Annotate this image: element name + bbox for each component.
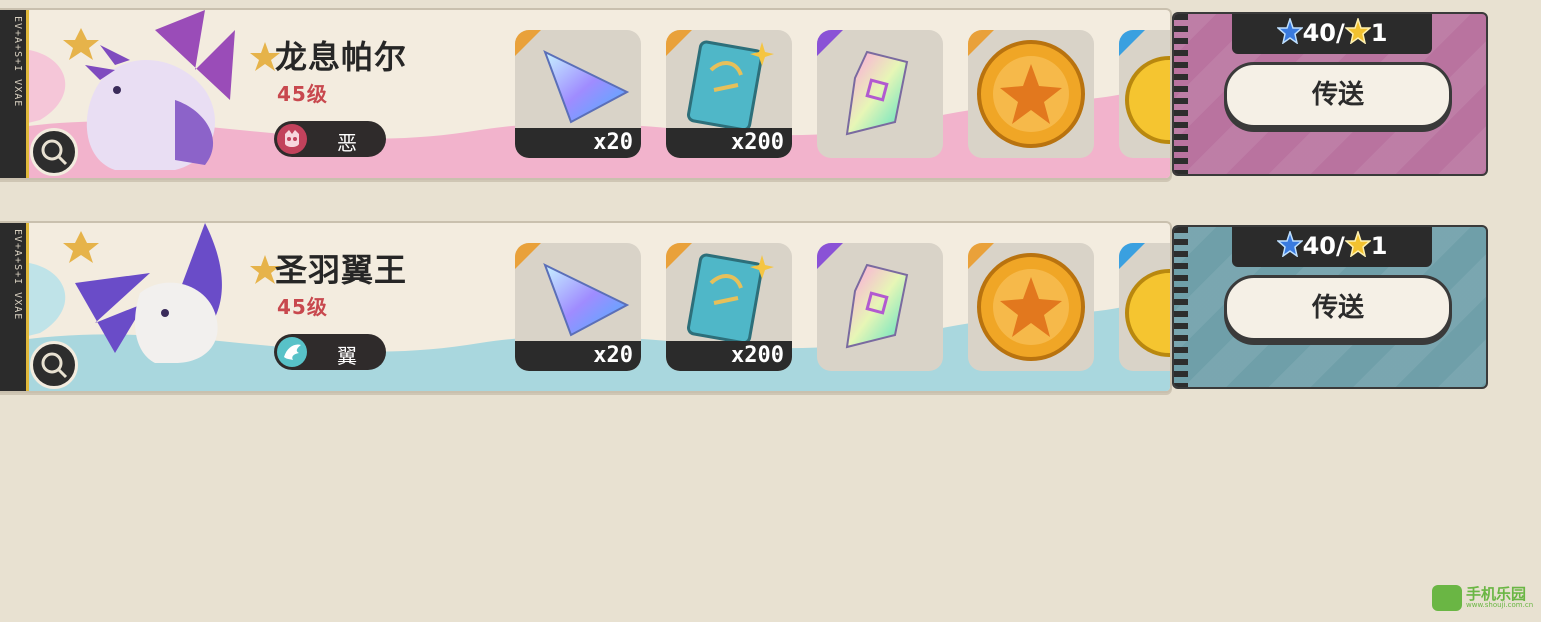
- teleport-panel-2: 40/ 1 传送: [1172, 225, 1488, 389]
- gold-coin-icon: [1125, 269, 1170, 357]
- pal-card-2[interactable]: EV+A+S+I VXAE 圣羽翼王 45级 翼 x20 x200: [0, 221, 1172, 393]
- watermark-logo: 手机乐园 www.shouji.com.cn: [1432, 583, 1533, 613]
- side-strip: EV+A+S+I VXAE: [0, 223, 29, 391]
- pal-name: 龙息帕尔: [275, 38, 408, 76]
- item-quantity: x200: [666, 341, 792, 371]
- item-quantity: x20: [515, 341, 641, 371]
- pal-level: 45级: [277, 295, 328, 319]
- inspect-magnifier-icon[interactable]: [30, 341, 78, 389]
- dragon-pal-image: [63, 10, 235, 170]
- inspect-magnifier-icon[interactable]: [30, 128, 78, 176]
- gold-star-icon: [1344, 18, 1371, 44]
- dark-type-icon: [277, 124, 307, 154]
- teleport-button[interactable]: 传送: [1224, 275, 1452, 341]
- reward-item-slot-partial[interactable]: [1119, 243, 1170, 371]
- item-quantity: x200: [666, 128, 792, 158]
- pal-level: 45级: [277, 82, 328, 106]
- reward-item-slot[interactable]: x200: [666, 30, 792, 158]
- star-requirement-badge: 40/ 1: [1232, 227, 1432, 267]
- star-count: 40/: [1302, 19, 1345, 47]
- reward-item-slot[interactable]: [968, 243, 1094, 371]
- gold-star-icon: [1344, 231, 1371, 257]
- teleport-panel-1: 40/ 1 传送: [1172, 12, 1488, 176]
- reward-item-slot[interactable]: [817, 30, 943, 158]
- reward-item-slot[interactable]: x20: [515, 243, 641, 371]
- star-requirement-badge: 40/ 1: [1232, 14, 1432, 54]
- reward-item-slot[interactable]: x200: [666, 243, 792, 371]
- pal-name: 圣羽翼王: [275, 251, 408, 289]
- type-label: 恶: [337, 131, 357, 155]
- watermark-icon: [1432, 585, 1462, 611]
- reward-item-slot[interactable]: [968, 30, 1094, 158]
- gold-coin-icon: [1125, 56, 1170, 144]
- reward-item-slot-partial[interactable]: [1119, 30, 1170, 158]
- gold-medal-icon: [977, 253, 1085, 361]
- type-badge: 恶: [274, 121, 386, 157]
- type-label: 翼: [337, 344, 357, 368]
- winged-pal-image: [63, 223, 222, 363]
- pal-card-1[interactable]: EV+A+S+I VXAE 龙息帕尔 45级 恶 x20 x200: [0, 8, 1172, 180]
- gold-medal-icon: [977, 40, 1085, 148]
- item-quantity: x20: [515, 128, 641, 158]
- teleport-button[interactable]: 传送: [1224, 62, 1452, 128]
- blue-star-icon: [1276, 18, 1303, 44]
- star-count: 40/: [1302, 232, 1345, 260]
- gem-shard-icon: [845, 263, 909, 349]
- reward-item-slot[interactable]: x20: [515, 30, 641, 158]
- side-strip: EV+A+S+I VXAE: [0, 10, 29, 178]
- gem-shard-icon: [845, 50, 909, 136]
- gold-star-count: 1: [1370, 19, 1388, 47]
- gold-star-count: 1: [1370, 232, 1388, 260]
- blue-star-icon: [1276, 231, 1303, 257]
- wing-type-icon: [277, 337, 307, 367]
- type-badge: 翼: [274, 334, 386, 370]
- reward-item-slot[interactable]: [817, 243, 943, 371]
